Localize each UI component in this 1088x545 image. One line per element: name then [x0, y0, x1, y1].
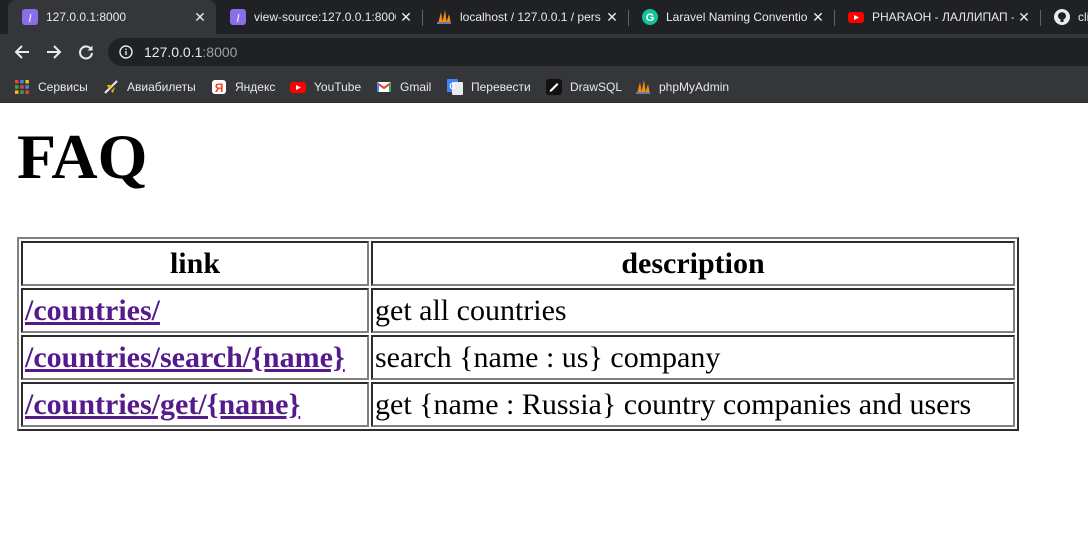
svg-text:Я: Я — [215, 81, 224, 95]
bookmark-youtube[interactable]: YouTube — [290, 76, 361, 98]
bookmarks-bar: Сервисы Авиабилеты Я Яндекс YouTube Gmai… — [0, 70, 1088, 103]
table-row: /countries/get/{name} get {name : Russia… — [21, 382, 1015, 427]
column-header-description: description — [371, 241, 1015, 286]
gmail-icon — [376, 79, 392, 95]
route-link[interactable]: /countries/ — [25, 294, 160, 327]
youtube-icon — [290, 79, 306, 95]
tab-github[interactable]: cli — [1040, 0, 1088, 34]
description-cell: get {name : Russia} country companies an… — [371, 382, 1015, 427]
page-content: FAQ link description /countries/ get all… — [0, 103, 1088, 545]
tab-strip: I 127.0.0.1:8000 ✕ I view-source:127.0.0… — [0, 0, 1088, 34]
table-header-row: link description — [21, 241, 1015, 286]
drawsql-icon — [546, 79, 562, 95]
plane-icon — [103, 79, 119, 95]
tab-view-source[interactable]: I view-source:127.0.0.1:8000/ ✕ — [216, 0, 422, 34]
back-arrow-icon — [14, 45, 29, 59]
translate-icon: G — [447, 79, 463, 95]
back-button[interactable] — [8, 38, 36, 66]
close-icon[interactable]: ✕ — [396, 7, 416, 27]
bookmark-gmail[interactable]: Gmail — [376, 76, 431, 98]
tab-title: Laravel Naming Conventions — [666, 10, 808, 24]
forward-arrow-icon — [47, 45, 62, 59]
forward-button[interactable] — [40, 38, 68, 66]
apps-grid-icon — [14, 79, 30, 95]
bookmark-label: Авиабилеты — [127, 80, 196, 94]
tab-youtube[interactable]: PHARAOH - ЛАЛЛИПАП - ✕ — [834, 0, 1040, 34]
tab-title: 127.0.0.1:8000 — [46, 10, 127, 24]
tab-title: cli — [1078, 10, 1088, 24]
svg-text:G: G — [449, 82, 455, 91]
page-title: FAQ — [17, 121, 148, 192]
bookmark-label: Перевести — [471, 80, 531, 94]
link-cell: /countries/search/{name} — [21, 335, 369, 380]
yandex-icon: Я — [211, 79, 227, 95]
bookmark-label: DrawSQL — [570, 80, 623, 94]
bookmark-yandex[interactable]: Я Яндекс — [211, 76, 275, 98]
tab-active[interactable]: I 127.0.0.1:8000 ✕ — [8, 0, 216, 34]
phpmyadmin-icon — [635, 79, 651, 95]
github-icon — [1054, 9, 1070, 25]
description-cell: get all countries — [371, 288, 1015, 333]
tab-title: PHARAOH - ЛАЛЛИПАП - — [872, 10, 1014, 24]
svg-text:G: G — [646, 12, 655, 24]
close-icon[interactable]: ✕ — [1014, 7, 1034, 27]
grammarly-icon: G — [642, 9, 658, 25]
ide-icon: I — [22, 9, 38, 25]
bookmark-label: Сервисы — [38, 80, 88, 94]
route-link[interactable]: /countries/search/{name} — [25, 341, 345, 374]
table-row: /countries/ get all countries — [21, 288, 1015, 333]
reload-button[interactable] — [72, 38, 100, 66]
url-host: 127.0.0.1 — [144, 44, 203, 60]
youtube-icon — [848, 9, 864, 25]
address-bar[interactable]: 127.0.0.1:8000 — [108, 38, 1088, 66]
bookmark-services[interactable]: Сервисы — [14, 76, 88, 98]
bookmark-translate[interactable]: G Перевести — [447, 76, 531, 98]
bookmark-label: Gmail — [400, 80, 432, 94]
faq-table: link description /countries/ get all cou… — [17, 237, 1019, 431]
table-row: /countries/search/{name} search {name : … — [21, 335, 1015, 380]
ide-icon: I — [230, 9, 246, 25]
tab-title: view-source:127.0.0.1:8000/ — [254, 10, 396, 24]
route-link[interactable]: /countries/get/{name} — [25, 388, 300, 421]
close-icon[interactable]: ✕ — [808, 7, 828, 27]
column-header-link: link — [21, 241, 369, 286]
bookmark-label: Яндекс — [235, 80, 276, 94]
tab-phpmyadmin[interactable]: localhost / 127.0.0.1 / pers ✕ — [422, 0, 628, 34]
bookmark-aviabilety[interactable]: Авиабилеты — [103, 76, 196, 98]
description-cell: search {name : us} company — [371, 335, 1015, 380]
tab-title: localhost / 127.0.0.1 / pers — [460, 10, 601, 24]
tab-laravel[interactable]: G Laravel Naming Conventions ✕ — [628, 0, 834, 34]
bookmark-drawsql[interactable]: DrawSQL — [546, 76, 622, 98]
bookmark-label: YouTube — [314, 80, 362, 94]
info-icon[interactable] — [118, 44, 134, 60]
phpmyadmin-icon — [436, 9, 452, 25]
bookmark-label: phpMyAdmin — [659, 80, 730, 94]
browser-toolbar: 127.0.0.1:8000 — [0, 34, 1088, 70]
url-port: :8000 — [202, 44, 238, 60]
url-text: 127.0.0.1:8000 — [144, 44, 237, 60]
link-cell: /countries/ — [21, 288, 369, 333]
close-icon[interactable]: ✕ — [190, 7, 210, 27]
bookmark-phpmyadmin[interactable]: phpMyAdmin — [635, 76, 729, 98]
link-cell: /countries/get/{name} — [21, 382, 369, 427]
reload-icon — [79, 45, 93, 60]
close-icon[interactable]: ✕ — [602, 7, 622, 27]
